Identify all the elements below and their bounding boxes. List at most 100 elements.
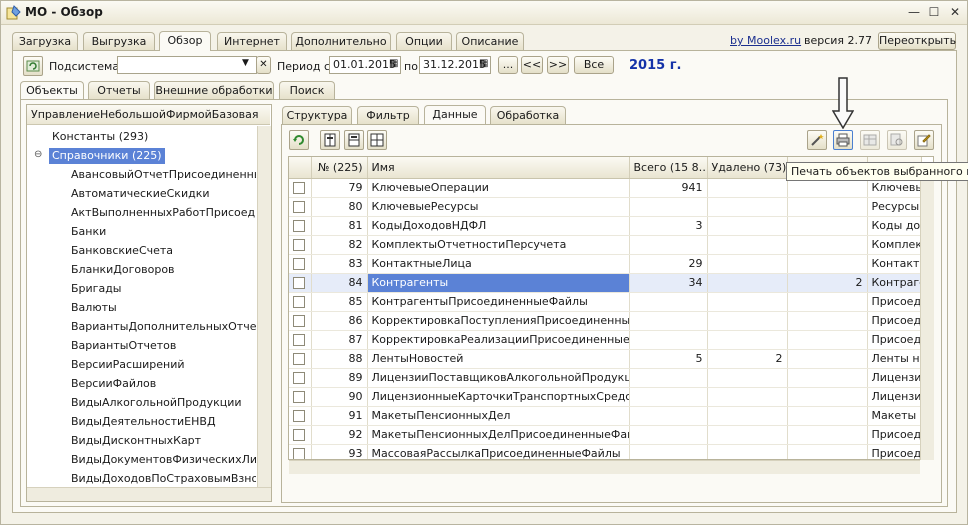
row-checkbox[interactable] [289,406,312,426]
cell-extra[interactable]: 2 [787,273,868,293]
table-row[interactable]: 88 ЛентыНовостей 5 2 Ленты но [289,349,922,369]
tree-item[interactable]: ВерсииРасширений [71,357,185,373]
cell-number[interactable]: 86 [311,311,368,331]
cell-name[interactable]: КлючевыеРесурсы [367,197,630,217]
clear-subsystem-button[interactable]: ✕ [256,56,271,74]
table-row[interactable]: 93 МассоваяРассылкаПрисоединенныеФайлы При… [289,444,922,459]
tab-filter[interactable]: Фильтр [357,106,419,124]
table-row[interactable]: 81КодыДоходовНДФЛ3 Коды дох [289,216,922,236]
tree-item[interactable]: ВерсииФайлов [71,376,156,392]
column-header-total[interactable]: Всего (15 8… [629,157,708,179]
tree-item[interactable]: ВидыАлкогольнойПродукции [71,395,242,411]
tree-item[interactable]: Константы (293) [52,129,148,145]
table-row[interactable]: 82КомплектыОтчетностиПерсучета Комплект [289,235,922,255]
maximize-button[interactable]: ☐ [925,4,943,20]
cell-total[interactable] [629,197,708,217]
table-row[interactable]: 90 ЛицензионныеКарточкиТранспортныхСредст… [289,387,922,407]
tab-obzor[interactable]: Обзор [159,31,211,51]
print-objects-button[interactable] [833,130,853,150]
subsystem-select[interactable] [117,56,257,74]
tab-internet[interactable]: Интернет [217,32,287,50]
table-row[interactable]: 91МакетыПенсионныхДел Макеты п [289,406,922,426]
cell-total[interactable]: 5 [629,349,708,369]
cell-number[interactable]: 90 [311,387,368,407]
row-checkbox[interactable] [289,197,312,217]
table-row[interactable]: 83КонтактныеЛица29 Контактн [289,254,922,274]
column-header-name[interactable]: Имя [367,157,630,179]
checkbox[interactable] [293,353,305,365]
cell-deleted[interactable] [707,425,788,445]
cell-deleted[interactable] [707,368,788,388]
checkbox[interactable] [293,372,305,384]
cell-extra[interactable] [787,197,868,217]
cell-name[interactable]: КодыДоходовНДФЛ [367,216,630,236]
cell-total[interactable] [629,292,708,312]
tree-horizontal-scrollbar[interactable] [27,487,271,501]
checkbox[interactable] [293,182,305,194]
moolex-link[interactable]: by Moolex.ru [730,34,801,47]
grid-view-button[interactable] [367,130,387,150]
reopen-button[interactable]: Переоткрыть [878,32,956,50]
cell-number[interactable]: 88 [311,349,368,369]
cell-number[interactable]: 93 [311,444,368,459]
row-checkbox[interactable] [289,444,312,459]
cell-deleted[interactable] [707,254,788,274]
cell-total[interactable] [629,425,708,445]
tree-item[interactable]: АвтоматическиеСкидки [71,186,210,202]
checkbox[interactable] [293,391,305,403]
cell-name[interactable]: МакетыПенсионныхДелПрисоединенныеФайлы [367,425,630,445]
cell-number[interactable]: 91 [311,406,368,426]
checkbox[interactable] [293,334,305,346]
minimize-button[interactable]: — [905,4,923,20]
refresh-data-button[interactable] [289,130,309,150]
cell-synonym[interactable]: Присоеди [867,311,922,331]
checkbox[interactable] [293,239,305,251]
cell-extra[interactable] [787,330,868,350]
cell-deleted[interactable] [707,330,788,350]
tab-data[interactable]: Данные [424,105,486,125]
cell-deleted[interactable] [707,197,788,217]
tree-item[interactable]: ВариантыОтчетов [71,338,176,354]
tree-item[interactable]: АктВыполненныхРаботПрисоединен [71,205,256,221]
cell-deleted[interactable] [707,273,788,293]
close-window-button[interactable]: ✕ [946,4,964,20]
checkbox[interactable] [293,220,305,232]
tab-search[interactable]: Поиск [279,81,335,99]
tab-opcii[interactable]: Опции [396,32,452,50]
dropdown-arrow-icon[interactable]: ▼ [242,58,249,68]
cell-total[interactable] [629,235,708,255]
cell-total[interactable] [629,368,708,388]
calendar-icon[interactable]: ▦ [389,58,398,69]
cell-name[interactable]: КорректировкаРеализацииПрисоединенныеФа… [367,330,630,350]
table-row[interactable]: 92 МакетыПенсионныхДелПрисоединенныеФайлы… [289,425,922,445]
row-checkbox[interactable] [289,387,312,407]
cell-name[interactable]: МакетыПенсионныхДел [367,406,630,426]
cell-synonym[interactable]: Ленты но [867,349,922,369]
cell-total[interactable] [629,444,708,459]
cell-name[interactable]: МассоваяРассылкаПрисоединенныеФайлы [367,444,630,459]
row-checkbox[interactable] [289,368,312,388]
cell-name[interactable]: ЛентыНовостей [367,349,630,369]
cell-total[interactable]: 34 [629,273,708,293]
tab-structure[interactable]: Структура [282,106,352,124]
tree-item[interactable]: АвансовыйОтчетПрисоединенныеФ [71,167,256,183]
checkbox[interactable] [293,410,305,422]
cell-extra[interactable] [787,311,868,331]
cell-number[interactable]: 84 [311,273,368,293]
cell-deleted[interactable] [707,406,788,426]
tab-dopolnitelno[interactable]: Дополнительно [291,32,391,50]
cell-number[interactable]: 83 [311,254,368,274]
cell-number[interactable]: 92 [311,425,368,445]
cell-total[interactable]: 29 [629,254,708,274]
checkbox[interactable] [293,315,305,327]
cell-deleted[interactable] [707,178,788,198]
tab-reports[interactable]: Отчеты [88,81,150,99]
cell-synonym[interactable]: Ресурсы [867,197,922,217]
grid-horizontal-scrollbar[interactable] [289,460,920,474]
cell-name[interactable]: ЛицензионныеКарточкиТранспортныхСредств [367,387,630,407]
refresh-subsystem-button[interactable] [23,56,43,76]
grid-vertical-scrollbar[interactable] [920,178,934,460]
column-header-number[interactable]: № (225) [311,157,368,179]
table-row[interactable]: 85КонтрагентыПрисоединенныеФайлы Присоеди [289,292,922,312]
cell-extra[interactable] [787,349,868,369]
